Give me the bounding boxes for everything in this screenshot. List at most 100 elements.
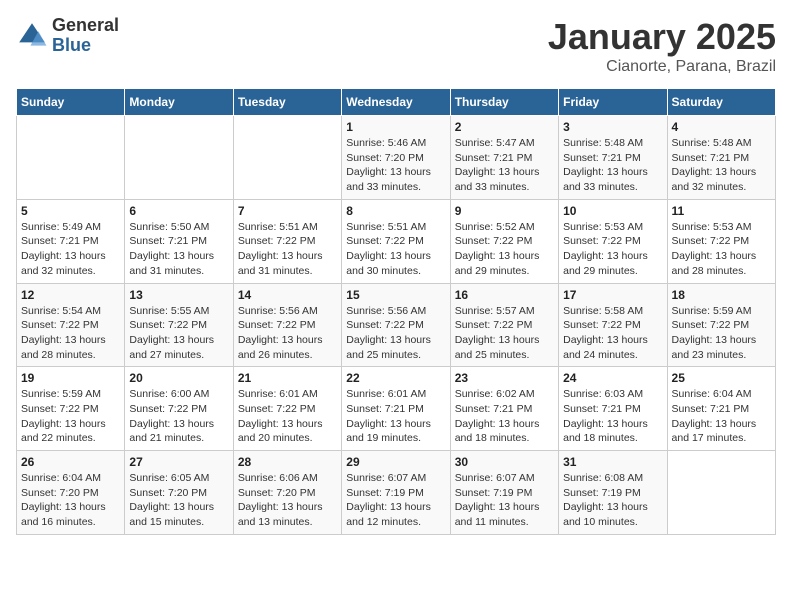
logo-general: General bbox=[52, 16, 119, 36]
calendar-cell: 25 Sunrise: 6:04 AMSunset: 7:21 PMDayligh… bbox=[667, 367, 775, 451]
calendar-cell: 4 Sunrise: 5:48 AMSunset: 7:21 PMDaylight… bbox=[667, 116, 775, 200]
day-number: 19 bbox=[21, 371, 120, 385]
calendar-title: January 2025 bbox=[548, 16, 776, 58]
calendar-cell: 15 Sunrise: 5:56 AMSunset: 7:22 PMDayligh… bbox=[342, 283, 450, 367]
day-number: 4 bbox=[672, 120, 771, 134]
weekday-header-friday: Friday bbox=[559, 89, 667, 116]
day-info: Sunrise: 5:53 AMSunset: 7:22 PMDaylight:… bbox=[563, 220, 662, 279]
calendar-cell: 7 Sunrise: 5:51 AMSunset: 7:22 PMDaylight… bbox=[233, 199, 341, 283]
calendar-cell: 6Sunrise: 5:50 AMSunset: 7:21 PMDaylight… bbox=[125, 199, 233, 283]
calendar-cell: 1Sunrise: 5:46 AMSunset: 7:20 PMDaylight… bbox=[342, 116, 450, 200]
day-info: Sunrise: 6:04 AMSunset: 7:21 PMDaylight:… bbox=[672, 387, 771, 446]
day-number: 7 bbox=[238, 204, 337, 218]
day-info: Sunrise: 6:01 AMSunset: 7:22 PMDaylight:… bbox=[238, 387, 337, 446]
day-info: Sunrise: 5:48 AMSunset: 7:21 PMDaylight:… bbox=[672, 136, 771, 195]
calendar-cell: 17Sunrise: 5:58 AMSunset: 7:22 PMDayligh… bbox=[559, 283, 667, 367]
day-number: 3 bbox=[563, 120, 662, 134]
day-number: 27 bbox=[129, 455, 228, 469]
day-number: 2 bbox=[455, 120, 554, 134]
day-info: Sunrise: 6:05 AMSunset: 7:20 PMDaylight:… bbox=[129, 471, 228, 530]
day-info: Sunrise: 6:03 AMSunset: 7:21 PMDaylight:… bbox=[563, 387, 662, 446]
logo-blue: Blue bbox=[52, 36, 119, 56]
day-number: 16 bbox=[455, 288, 554, 302]
calendar-cell bbox=[17, 116, 125, 200]
calendar-cell: 20 Sunrise: 6:00 AMSunset: 7:22 PMDayligh… bbox=[125, 367, 233, 451]
day-number: 8 bbox=[346, 204, 445, 218]
calendar-cell: 10Sunrise: 5:53 AMSunset: 7:22 PMDayligh… bbox=[559, 199, 667, 283]
day-number: 21 bbox=[238, 371, 337, 385]
day-info: Sunrise: 5:51 AMSunset: 7:22 PMDaylight:… bbox=[238, 220, 337, 279]
calendar-cell: 2 Sunrise: 5:47 AMSunset: 7:21 PMDaylight… bbox=[450, 116, 558, 200]
title-block: January 2025 Cianorte, Parana, Brazil bbox=[548, 16, 776, 76]
logo: General Blue bbox=[16, 16, 119, 56]
day-number: 14 bbox=[238, 288, 337, 302]
day-number: 22 bbox=[346, 371, 445, 385]
calendar-cell bbox=[667, 451, 775, 535]
calendar-cell: 23Sunrise: 6:02 AMSunset: 7:21 PMDayligh… bbox=[450, 367, 558, 451]
calendar-cell: 9 Sunrise: 5:52 AMSunset: 7:22 PMDaylight… bbox=[450, 199, 558, 283]
day-number: 11 bbox=[672, 204, 771, 218]
week-row-4: 26 Sunrise: 6:04 AMSunset: 7:20 PMDayligh… bbox=[17, 451, 776, 535]
calendar-cell: 12 Sunrise: 5:54 AMSunset: 7:22 PMDayligh… bbox=[17, 283, 125, 367]
day-number: 20 bbox=[129, 371, 228, 385]
calendar-cell bbox=[125, 116, 233, 200]
weekday-header-monday: Monday bbox=[125, 89, 233, 116]
calendar-cell: 21 Sunrise: 6:01 AMSunset: 7:22 PMDayligh… bbox=[233, 367, 341, 451]
day-number: 13 bbox=[129, 288, 228, 302]
calendar-cell: 29 Sunrise: 6:07 AMSunset: 7:19 PMDayligh… bbox=[342, 451, 450, 535]
day-number: 25 bbox=[672, 371, 771, 385]
weekday-header-thursday: Thursday bbox=[450, 89, 558, 116]
day-info: Sunrise: 6:01 AMSunset: 7:21 PMDaylight:… bbox=[346, 387, 445, 446]
day-info: Sunrise: 6:00 AMSunset: 7:22 PMDaylight:… bbox=[129, 387, 228, 446]
calendar-cell: 22 Sunrise: 6:01 AMSunset: 7:21 PMDayligh… bbox=[342, 367, 450, 451]
page-header: General Blue January 2025 Cianorte, Para… bbox=[16, 16, 776, 76]
day-info: Sunrise: 5:54 AMSunset: 7:22 PMDaylight:… bbox=[21, 304, 120, 363]
calendar-cell: 14Sunrise: 5:56 AMSunset: 7:22 PMDayligh… bbox=[233, 283, 341, 367]
day-number: 18 bbox=[672, 288, 771, 302]
calendar-table: SundayMondayTuesdayWednesdayThursdayFrid… bbox=[16, 88, 776, 535]
day-info: Sunrise: 5:51 AMSunset: 7:22 PMDaylight:… bbox=[346, 220, 445, 279]
calendar-cell: 8 Sunrise: 5:51 AMSunset: 7:22 PMDaylight… bbox=[342, 199, 450, 283]
day-info: Sunrise: 5:53 AMSunset: 7:22 PMDaylight:… bbox=[672, 220, 771, 279]
calendar-cell: 24Sunrise: 6:03 AMSunset: 7:21 PMDayligh… bbox=[559, 367, 667, 451]
day-info: Sunrise: 5:49 AMSunset: 7:21 PMDaylight:… bbox=[21, 220, 120, 279]
calendar-cell: 5 Sunrise: 5:49 AMSunset: 7:21 PMDaylight… bbox=[17, 199, 125, 283]
day-number: 12 bbox=[21, 288, 120, 302]
day-info: Sunrise: 6:04 AMSunset: 7:20 PMDaylight:… bbox=[21, 471, 120, 530]
day-info: Sunrise: 6:07 AMSunset: 7:19 PMDaylight:… bbox=[455, 471, 554, 530]
calendar-cell: 19 Sunrise: 5:59 AMSunset: 7:22 PMDayligh… bbox=[17, 367, 125, 451]
day-info: Sunrise: 5:52 AMSunset: 7:22 PMDaylight:… bbox=[455, 220, 554, 279]
day-info: Sunrise: 6:07 AMSunset: 7:19 PMDaylight:… bbox=[346, 471, 445, 530]
day-info: Sunrise: 6:06 AMSunset: 7:20 PMDaylight:… bbox=[238, 471, 337, 530]
day-number: 15 bbox=[346, 288, 445, 302]
calendar-cell: 30 Sunrise: 6:07 AMSunset: 7:19 PMDayligh… bbox=[450, 451, 558, 535]
calendar-cell: 13Sunrise: 5:55 AMSunset: 7:22 PMDayligh… bbox=[125, 283, 233, 367]
calendar-header: SundayMondayTuesdayWednesdayThursdayFrid… bbox=[17, 89, 776, 116]
day-number: 9 bbox=[455, 204, 554, 218]
day-number: 6 bbox=[129, 204, 228, 218]
weekday-header-wednesday: Wednesday bbox=[342, 89, 450, 116]
day-info: Sunrise: 5:58 AMSunset: 7:22 PMDaylight:… bbox=[563, 304, 662, 363]
calendar-cell: 28 Sunrise: 6:06 AMSunset: 7:20 PMDayligh… bbox=[233, 451, 341, 535]
weekday-header-sunday: Sunday bbox=[17, 89, 125, 116]
day-number: 1 bbox=[346, 120, 445, 134]
day-info: Sunrise: 5:59 AMSunset: 7:22 PMDaylight:… bbox=[21, 387, 120, 446]
day-number: 31 bbox=[563, 455, 662, 469]
day-info: Sunrise: 5:48 AMSunset: 7:21 PMDaylight:… bbox=[563, 136, 662, 195]
logo-icon bbox=[16, 20, 48, 52]
calendar-cell: 26 Sunrise: 6:04 AMSunset: 7:20 PMDayligh… bbox=[17, 451, 125, 535]
logo-text: General Blue bbox=[52, 16, 119, 56]
day-info: Sunrise: 5:56 AMSunset: 7:22 PMDaylight:… bbox=[346, 304, 445, 363]
day-number: 26 bbox=[21, 455, 120, 469]
weekday-header-saturday: Saturday bbox=[667, 89, 775, 116]
day-info: Sunrise: 6:02 AMSunset: 7:21 PMDaylight:… bbox=[455, 387, 554, 446]
day-number: 29 bbox=[346, 455, 445, 469]
week-row-2: 12 Sunrise: 5:54 AMSunset: 7:22 PMDayligh… bbox=[17, 283, 776, 367]
day-number: 30 bbox=[455, 455, 554, 469]
day-info: Sunrise: 5:47 AMSunset: 7:21 PMDaylight:… bbox=[455, 136, 554, 195]
day-info: Sunrise: 6:08 AMSunset: 7:19 PMDaylight:… bbox=[563, 471, 662, 530]
day-number: 28 bbox=[238, 455, 337, 469]
day-info: Sunrise: 5:59 AMSunset: 7:22 PMDaylight:… bbox=[672, 304, 771, 363]
day-number: 5 bbox=[21, 204, 120, 218]
calendar-body: 1Sunrise: 5:46 AMSunset: 7:20 PMDaylight… bbox=[17, 116, 776, 535]
